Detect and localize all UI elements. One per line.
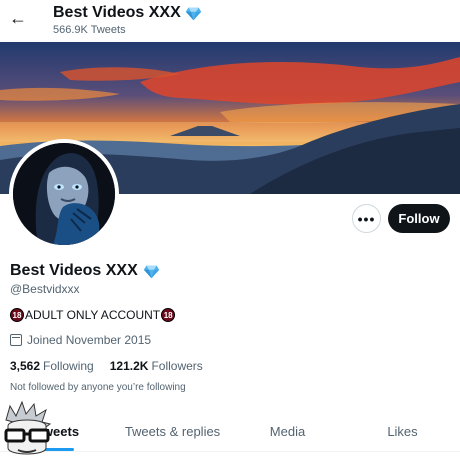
followers-link[interactable]: 121.2K Followers [110, 359, 203, 373]
display-name: Best Videos XXX [10, 262, 138, 279]
tab-likes[interactable]: Likes [345, 412, 460, 451]
not-followed-note: Not followed by anyone you’re following [10, 382, 186, 393]
avatar[interactable] [9, 139, 119, 249]
joined-text: Joined November 2015 [27, 333, 152, 347]
following-link[interactable]: 3,562 Following [10, 359, 94, 373]
adult-18-icon: 18 [161, 308, 176, 322]
watermark-face-icon [4, 400, 52, 455]
followers-count: 121.2K [109, 359, 149, 373]
followers-label: Followers [151, 359, 203, 373]
profile-tabs: Tweets Tweets & replies Media Likes [0, 412, 460, 452]
diamond-icon [185, 7, 201, 20]
user-handle: @Bestvidxxx [10, 282, 80, 296]
calendar-icon [10, 334, 22, 346]
tab-media[interactable]: Media [230, 412, 345, 451]
joined-date: Joined November 2015 [10, 333, 151, 347]
bio: 18 ADULT ONLY ACCOUNT 18 [10, 308, 176, 322]
tweet-count: 566.9K Tweets [53, 24, 126, 36]
following-label: Following [43, 359, 94, 373]
adult-18-icon: 18 [10, 308, 24, 322]
top-bar: ← Best Videos XXX 566.9K Tweets [0, 0, 460, 42]
diamond-icon [143, 265, 159, 278]
tab-tweets-replies[interactable]: Tweets & replies [115, 412, 230, 451]
follow-button[interactable]: Follow [388, 204, 450, 233]
header-name: Best Videos XXX [53, 4, 181, 21]
display-name-row: Best Videos XXX [10, 262, 160, 280]
bio-text: ADULT ONLY ACCOUNT [25, 308, 161, 322]
arrow-left-icon[interactable]: ← [8, 8, 28, 28]
header-title: Best Videos XXX [53, 4, 202, 22]
more-options-button[interactable]: ••• [352, 204, 381, 233]
follow-stats: 3,562 Following 121.2K Followers [10, 359, 203, 373]
following-count: 3,562 [10, 359, 41, 373]
